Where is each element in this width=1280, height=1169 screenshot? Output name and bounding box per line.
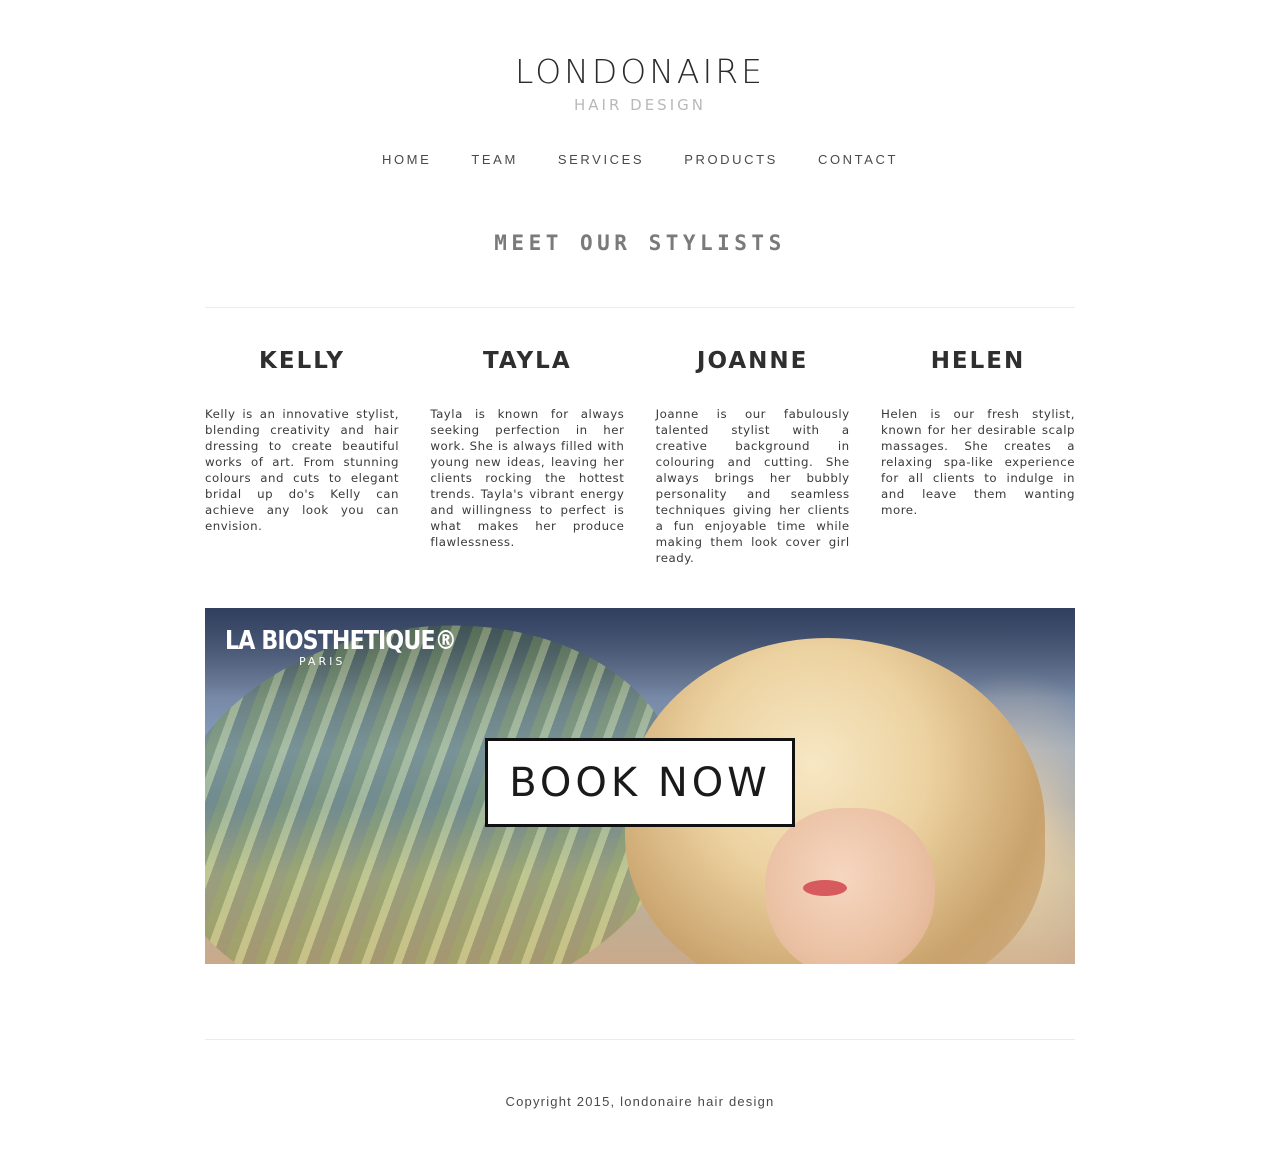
brand-subtitle: HAIR DESIGN (574, 96, 706, 114)
footer-copyright: Copyright 2015, londonaire hair design (505, 1094, 775, 1109)
brand-logo[interactable]: LONDONAIRE HAIR DESIGN (0, 52, 1280, 118)
divider (205, 307, 1075, 308)
stylist-card-joanne: JOANNE Joanne is our fabulously talented… (656, 344, 850, 566)
stylist-name: JOANNE (696, 348, 809, 374)
logo-main-text: LA BIOSTHETIQUE® (225, 626, 457, 656)
stylist-bio: Tayla is known for always seeking perfec… (430, 407, 625, 549)
model-lips-image (803, 880, 847, 896)
la-biosthetique-logo: LA BIOSTHETIQUE® PARIS (225, 626, 497, 668)
book-now-button[interactable]: BOOK NOW (485, 738, 795, 827)
nav-item-products[interactable]: PRODUCTS (684, 150, 778, 170)
stylist-name: TAYLA (483, 348, 572, 374)
stylists-grid: KELLY Kelly is an innovative stylist, bl… (205, 344, 1075, 566)
section-title: MEET OUR STYLISTS (494, 231, 786, 255)
main-nav: HOME TEAM SERVICES PRODUCTS CONTACT (0, 150, 1280, 170)
brand-name: LONDONAIRE (514, 52, 766, 91)
stylist-bio: Joanne is our fabulously talented stylis… (655, 407, 850, 565)
nav-item-contact[interactable]: CONTACT (818, 150, 898, 170)
stylist-bio: Helen is our fresh stylist, known for he… (880, 407, 1075, 517)
promo-banner: LA BIOSTHETIQUE® PARIS BOOK NOW (205, 608, 1075, 964)
stylist-card-kelly: KELLY Kelly is an innovative stylist, bl… (205, 344, 399, 566)
stylist-card-tayla: TAYLA Tayla is known for always seeking … (430, 344, 624, 566)
model-face-image (765, 808, 935, 964)
stylist-name: KELLY (259, 348, 345, 374)
stylist-card-helen: HELEN Helen is our fresh stylist, known … (881, 344, 1075, 566)
stylist-name: HELEN (930, 348, 1026, 374)
nav-item-home[interactable]: HOME (382, 150, 431, 170)
stylist-bio: Kelly is an innovative stylist, blending… (205, 407, 399, 533)
divider (205, 1039, 1075, 1040)
nav-item-team[interactable]: TEAM (471, 150, 518, 170)
logo-sub-text: PARIS (299, 655, 346, 668)
nav-item-services[interactable]: SERVICES (558, 150, 644, 170)
